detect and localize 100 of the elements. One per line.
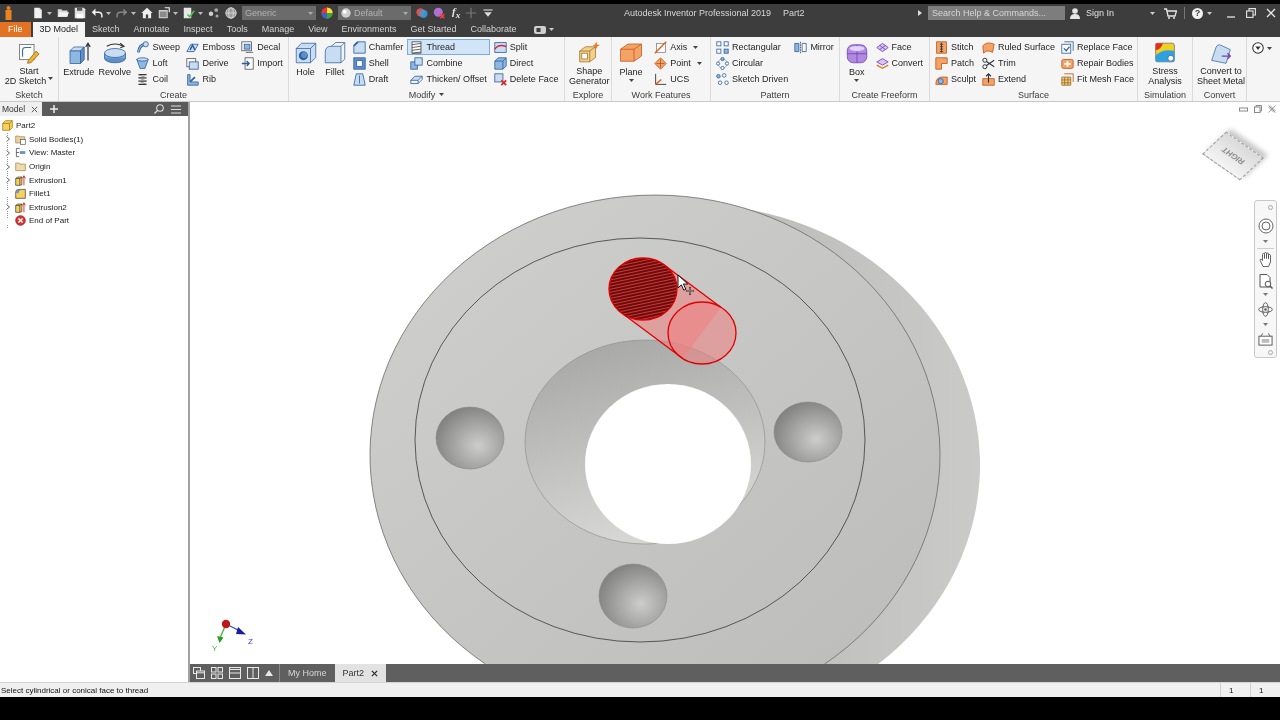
caret-icon[interactable]	[696, 61, 702, 65]
vertical-split-icon[interactable]	[247, 667, 259, 679]
minimize-icon[interactable]	[1239, 105, 1248, 113]
search-icon[interactable]	[154, 104, 164, 114]
caret-icon[interactable]	[548, 28, 554, 31]
ribbon-button[interactable]: Start 2D Sketch	[2, 37, 56, 87]
document-tab[interactable]: My Home	[280, 664, 335, 682]
ribbon-button[interactable]: Convert to Sheet Metal	[1195, 37, 1248, 87]
caret-icon[interactable]	[173, 11, 178, 15]
ribbon-button[interactable]: Axis	[651, 39, 705, 55]
display-toggle-icon[interactable]	[533, 25, 546, 34]
ribbon-button[interactable]: Combine	[407, 55, 490, 71]
ribbon-button[interactable]: Mirror	[791, 39, 837, 55]
ribbon-button[interactable]: Sketch Driven	[713, 71, 792, 87]
ribbon-button[interactable]: Convert	[872, 55, 927, 71]
ribbon-button[interactable]: Emboss	[183, 39, 238, 55]
caret-icon[interactable]	[1263, 323, 1268, 326]
chevron-icon[interactable]	[5, 204, 11, 211]
color-wheel-icon[interactable]	[321, 7, 333, 19]
ribbon-button[interactable]: Fillet	[320, 37, 349, 87]
ribbon-tab[interactable]: Sketch	[85, 22, 127, 37]
tree-item[interactable]: Solid Bodies(1)	[15, 133, 84, 145]
tree-item[interactable]: End of Part	[15, 215, 70, 227]
caret-icon[interactable]	[1267, 47, 1272, 50]
ribbon-button[interactable]: Split	[490, 39, 562, 55]
caret-icon[interactable]	[693, 45, 699, 49]
ribbon-tab[interactable]: 3D Model	[32, 22, 86, 37]
caret-icon[interactable]	[1150, 11, 1155, 15]
ribbon-button[interactable]: Chamfer	[349, 39, 407, 55]
caret-icon[interactable]	[854, 79, 860, 82]
horizontal-split-icon[interactable]	[229, 667, 241, 679]
tree-item[interactable]: Origin	[15, 161, 51, 173]
ribbon-button[interactable]: Shell	[349, 55, 407, 71]
ribbon-button[interactable]: Extrude	[61, 37, 97, 87]
ribbon-button[interactable]: Face	[872, 39, 927, 55]
caret-icon[interactable]	[1263, 240, 1268, 243]
ribbon-button[interactable]: Draft	[349, 71, 407, 87]
caret-icon[interactable]	[48, 77, 54, 80]
ribbon-button[interactable]: Repair Bodies	[1058, 55, 1138, 71]
ribbon-button[interactable]: Patch	[932, 55, 979, 71]
caret-icon[interactable]	[1263, 293, 1268, 296]
ribbon-tab[interactable]: Manage	[254, 22, 302, 37]
chevron-icon[interactable]	[5, 177, 11, 184]
globe-icon[interactable]	[225, 7, 237, 19]
ribbon-button[interactable]: Fit Mesh Face	[1058, 71, 1138, 87]
ribbon-button[interactable]: Circular	[713, 55, 792, 71]
menu-icon[interactable]	[171, 104, 181, 114]
ribbon-button[interactable]: Revolve	[96, 37, 134, 87]
ribbon-button[interactable]: Extend	[979, 71, 1059, 87]
close-icon[interactable]	[31, 105, 39, 113]
chevron-icon[interactable]	[5, 136, 11, 143]
chevron-icon[interactable]	[5, 150, 11, 156]
caret-icon[interactable]	[47, 11, 52, 15]
grid-icon[interactable]	[211, 667, 223, 679]
ribbon-button[interactable]: Stitch	[932, 39, 979, 55]
close-icon[interactable]	[371, 669, 379, 677]
ribbon-button[interactable]: Sweep	[133, 39, 183, 55]
cart-icon[interactable]	[1164, 7, 1177, 19]
plus-icon[interactable]	[50, 105, 59, 113]
ribbon-button[interactable]: Loft	[133, 55, 183, 71]
ribbon-tab[interactable]: Tools	[219, 22, 255, 37]
ribbon-button[interactable]: Trim	[979, 55, 1059, 71]
ribbon-button[interactable]: Thread	[407, 39, 490, 55]
browser-tab[interactable]: Model	[0, 102, 43, 116]
ring-icon[interactable]	[1257, 218, 1274, 234]
ribbon-button[interactable]: Direct	[490, 55, 562, 71]
ribbon-button[interactable]: Thicken/ Offset	[407, 71, 490, 87]
ribbon-button[interactable]: Replace Face	[1058, 39, 1138, 55]
caret-icon[interactable]	[628, 79, 634, 82]
formula-button[interactable]: f$_{x}$	[452, 4, 461, 22]
tree-item[interactable]: Extrusion1	[15, 174, 67, 186]
help-button[interactable]: ?	[1192, 7, 1203, 19]
ribbon-tab[interactable]: Annotate	[126, 22, 177, 37]
ribbon-button[interactable]: Stress Analysis	[1146, 37, 1184, 87]
ribbon-tab[interactable]: Collaborate	[463, 22, 524, 37]
new-file-icon[interactable]	[32, 7, 44, 19]
ribbon-tab[interactable]: Environments	[334, 22, 404, 37]
customize-menu-icon[interactable]	[482, 7, 495, 19]
ribbon-button[interactable]: Shape Generator	[567, 37, 612, 87]
ribbon-button[interactable]: Rectangular	[713, 39, 792, 55]
ribbon-button[interactable]: Coil	[133, 71, 183, 87]
ribbon-tab[interactable]: Inspect	[176, 22, 220, 37]
ribbon-button[interactable]: Point	[651, 55, 705, 71]
folder-icon[interactable]	[57, 7, 69, 19]
tree-item[interactable]: Fillet1	[15, 188, 51, 200]
caret-icon[interactable]	[198, 11, 203, 15]
ribbon-button[interactable]: Sculpt	[932, 71, 979, 87]
ribbon-button[interactable]: Box	[842, 37, 871, 87]
dots-icon[interactable]	[208, 7, 220, 19]
ribbon-button[interactable]: UCS	[651, 71, 705, 87]
caret-icon[interactable]	[106, 11, 111, 15]
ribbon-button[interactable]: Hole	[291, 37, 320, 87]
overlapping-circles-icon[interactable]	[416, 7, 428, 19]
tree-item[interactable]: View: Master	[15, 147, 76, 159]
caret-icon[interactable]	[1207, 11, 1212, 15]
hand-icon[interactable]	[1258, 252, 1273, 267]
cascade-windows-icon[interactable]	[193, 667, 205, 679]
ribbon-tab[interactable]: Get Started	[403, 22, 464, 37]
page-magnifier-icon[interactable]	[1258, 274, 1273, 289]
sign-in-button[interactable]: Sign In	[1069, 7, 1114, 19]
